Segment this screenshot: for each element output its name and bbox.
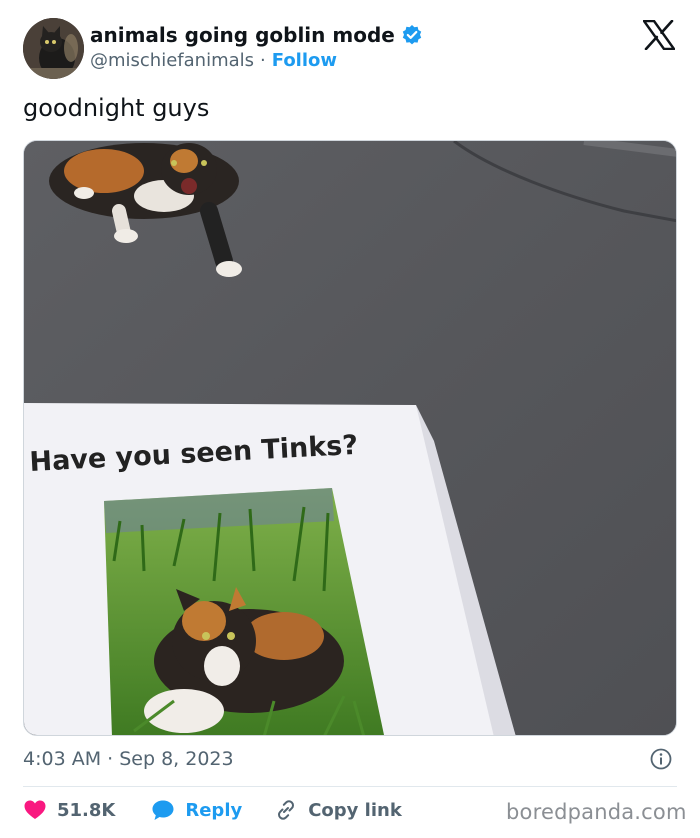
author-name-row: animals going goblin mode [90,23,423,47]
actions-divider [23,786,677,787]
tweet-header: animals going goblin mode @mischiefanima… [0,0,700,90]
copy-link-button[interactable]: Copy link [274,798,402,822]
separator-dot: · [260,50,266,71]
author-handle[interactable]: @mischiefanimals [90,50,254,71]
verified-badge-icon [401,24,423,46]
link-icon [274,798,298,822]
tweet-text: goodnight guys [23,94,210,122]
author-handle-row: @mischiefanimals · Follow [90,50,337,71]
like-count: 51.8K [57,799,116,821]
reply-button[interactable]: Reply [151,798,242,822]
tweet-actions: 51.8K Reply Copy link [23,796,402,824]
reply-label: Reply [185,799,243,821]
x-logo-icon[interactable] [642,19,676,51]
heart-icon [23,798,47,822]
chat-bubble-icon [151,798,175,822]
tweet-timestamp[interactable]: 4:03 AM · Sep 8, 2023 [23,748,234,770]
info-icon[interactable] [650,748,672,770]
author-display-name[interactable]: animals going goblin mode [90,23,395,47]
avatar[interactable] [23,18,84,79]
follow-button[interactable]: Follow [272,50,337,71]
like-button[interactable]: 51.8K [23,798,115,822]
watermark: boredpanda.com [506,800,687,824]
tweet-photo[interactable]: Have you seen Tinks? [23,140,677,736]
copy-link-label: Copy link [308,799,402,821]
